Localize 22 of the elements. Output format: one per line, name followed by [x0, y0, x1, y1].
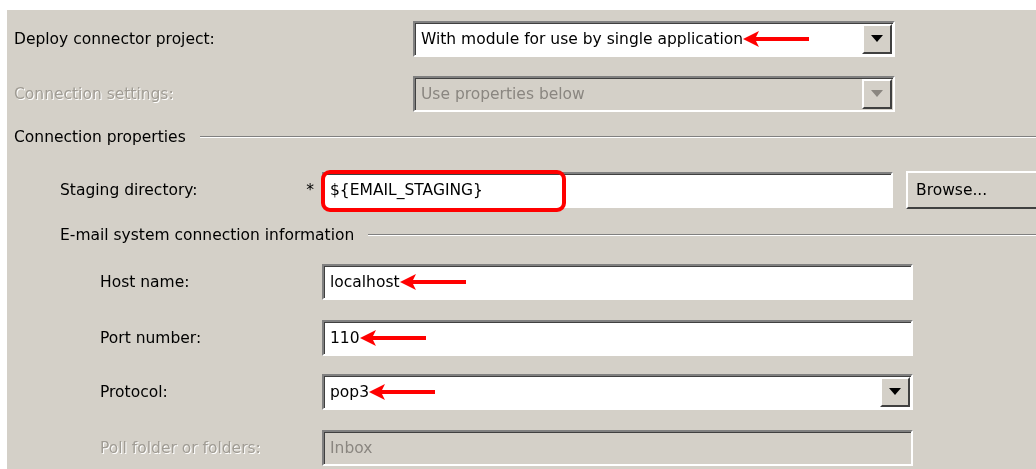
browse-button[interactable]: Browse...: [906, 170, 1036, 209]
dropdown-caret-icon: [871, 90, 883, 97]
dropdown-button[interactable]: [862, 23, 892, 54]
arrow-icon: [359, 328, 426, 347]
field-label: Port number:: [100, 328, 203, 347]
dropdown[interactable]: With module for use by single application: [413, 20, 895, 57]
dropdown-caret-icon: [889, 388, 901, 395]
dropdown[interactable]: pop3: [322, 373, 913, 410]
field-label: Protocol:: [100, 382, 169, 401]
arrow-icon: [399, 272, 466, 291]
field-label: Staging directory:: [60, 180, 199, 199]
arrow-icon: [369, 382, 436, 401]
dropdown-button[interactable]: [880, 376, 910, 407]
group-title: Connection properties: [14, 128, 186, 146]
group-title: E-mail system connection information: [60, 226, 355, 244]
dropdown-caret-icon: [871, 35, 883, 42]
text-field[interactable]: 110: [322, 319, 913, 356]
required-marker: *: [306, 180, 314, 199]
arrow-icon: [743, 29, 809, 48]
text-field[interactable]: localhost: [322, 263, 913, 300]
field-label: Host name:: [100, 272, 191, 291]
field-label: Deploy connector project:: [14, 29, 216, 48]
